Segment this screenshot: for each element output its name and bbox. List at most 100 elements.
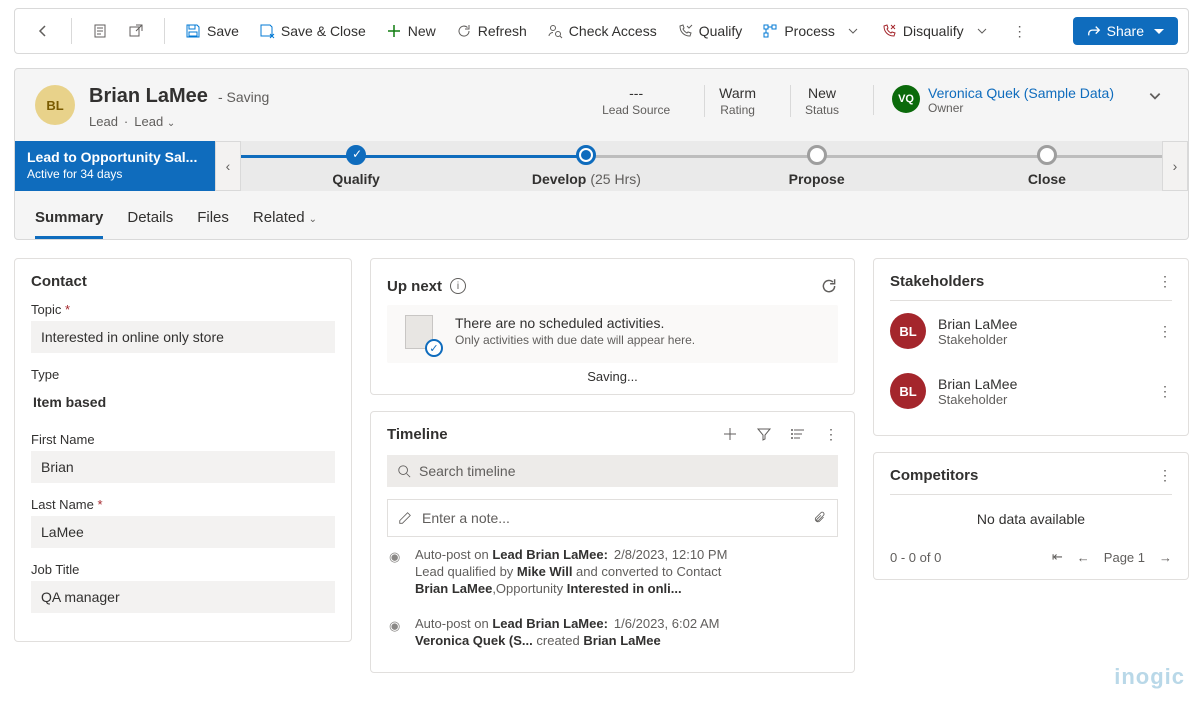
bpf-active-stage-card[interactable]: Lead to Opportunity Sal... Active for 34… <box>15 141 215 191</box>
form-selector-button[interactable] <box>82 17 118 45</box>
process-button[interactable]: Process <box>752 17 871 45</box>
chevron-down-icon <box>845 23 861 39</box>
tab-summary[interactable]: Summary <box>35 201 103 239</box>
field-label-job-title: Job Title <box>31 562 335 577</box>
pager-prev-button[interactable]: ← <box>1077 550 1090 565</box>
competitors-more-button[interactable]: ⋮ <box>1158 467 1172 484</box>
type-value[interactable]: Item based <box>31 386 335 418</box>
field-label-first-name: First Name <box>31 432 335 447</box>
refresh-icon[interactable] <box>820 277 838 295</box>
no-data-message: No data available <box>890 495 1172 543</box>
stakeholder-row[interactable]: BL Brian LaMee Stakeholder ⋮ <box>890 361 1172 421</box>
bpf-stage-propose[interactable]: Propose <box>702 141 932 191</box>
bpf-stage-qualify[interactable]: Qualify <box>241 141 471 191</box>
last-name-input[interactable] <box>31 516 335 548</box>
user-search-icon <box>547 23 563 39</box>
bpf-stage-develop[interactable]: Develop(25 Hrs) <box>471 141 701 191</box>
timeline-item[interactable]: ◉ Auto-post on Lead Brian LaMee:1/6/2023… <box>387 606 838 658</box>
header-field-owner[interactable]: VQ Veronica Quek (Sample Data) Owner <box>873 85 1114 115</box>
up-next-message: There are no scheduled activities. <box>455 315 695 331</box>
phone-check-icon <box>677 23 693 39</box>
row-more-button[interactable]: ⋮ <box>1158 383 1172 400</box>
timeline-filter-button[interactable] <box>756 426 772 443</box>
plus-icon <box>386 23 402 39</box>
timeline-sort-button[interactable] <box>790 426 806 443</box>
attachment-icon[interactable] <box>813 511 827 525</box>
up-next-subtext: Only activities with due date will appea… <box>455 333 695 347</box>
timeline-search[interactable]: Search timeline <box>387 455 838 487</box>
avatar: BL <box>890 373 926 409</box>
share-button[interactable]: Share <box>1073 17 1178 45</box>
saving-indicator: Saving... <box>387 363 838 386</box>
record-title: Brian LaMee <box>89 85 208 108</box>
check-access-button[interactable]: Check Access <box>537 17 667 45</box>
autopost-icon: ◉ <box>389 616 405 648</box>
pager-next-button[interactable]: → <box>1159 550 1172 565</box>
search-icon <box>397 464 411 478</box>
save-button[interactable]: Save <box>175 17 249 45</box>
open-new-window-button[interactable] <box>118 17 154 45</box>
topic-input[interactable] <box>31 321 335 353</box>
stakeholder-row[interactable]: BL Brian LaMee Stakeholder ⋮ <box>890 301 1172 361</box>
record-avatar: BL <box>35 85 75 125</box>
first-name-input[interactable] <box>31 451 335 483</box>
form-header-area: BL Brian LaMee - Saving Lead· Lead ⌄ ---… <box>14 68 1189 240</box>
stakeholders-title: Stakeholders <box>890 273 984 290</box>
breadcrumb: Lead· Lead ⌄ <box>89 114 588 129</box>
form-picker[interactable]: Lead ⌄ <box>134 114 175 129</box>
stakeholders-more-button[interactable]: ⋮ <box>1158 273 1172 290</box>
qualify-button[interactable]: Qualify <box>667 17 753 45</box>
timeline-item[interactable]: ◉ Auto-post on Lead Brian LaMee:2/8/2023… <box>387 537 838 606</box>
refresh-button[interactable]: Refresh <box>446 17 537 45</box>
timeline-add-button[interactable] <box>722 426 738 443</box>
phone-x-icon <box>881 23 897 39</box>
form-tabs: Summary Details Files Related⌄ <box>15 191 1188 239</box>
clipboard-icon <box>92 23 108 39</box>
save-status: - Saving <box>218 89 269 105</box>
contact-section: Contact Topic Type Item based First Name… <box>14 258 352 642</box>
pager-first-button[interactable]: ⇤ <box>1052 549 1063 565</box>
up-next-title: Up next <box>387 278 442 295</box>
back-arrow-icon <box>35 23 51 39</box>
back-button[interactable] <box>25 17 61 45</box>
competitors-title: Competitors <box>890 467 978 484</box>
avatar: BL <box>890 313 926 349</box>
bpf-next-button[interactable]: › <box>1162 141 1188 191</box>
pencil-icon <box>398 511 412 525</box>
chevron-down-icon <box>974 23 990 39</box>
form-body: Contact Topic Type Item based First Name… <box>0 240 1203 699</box>
save-close-icon <box>259 23 275 39</box>
refresh-icon <box>456 23 472 39</box>
header-field-rating[interactable]: Warm Rating <box>704 85 770 117</box>
info-icon[interactable]: i <box>450 278 466 294</box>
process-icon <box>762 23 778 39</box>
timeline-more-button[interactable]: ⋮ <box>824 426 838 443</box>
new-button[interactable]: New <box>376 17 446 45</box>
field-label-topic: Topic <box>31 302 335 317</box>
bpf-prev-button[interactable]: ‹ <box>215 141 241 191</box>
tab-related[interactable]: Related⌄ <box>253 201 317 239</box>
pager-page-label: Page 1 <box>1104 550 1145 565</box>
popout-icon <box>128 23 144 39</box>
section-title: Contact <box>31 273 335 290</box>
timeline-note-input[interactable]: Enter a note... <box>387 499 838 537</box>
timeline-title: Timeline <box>387 426 448 443</box>
save-close-button[interactable]: Save & Close <box>249 17 376 45</box>
pager-range: 0 - 0 of 0 <box>890 550 941 565</box>
tab-details[interactable]: Details <box>127 201 173 239</box>
disqualify-button[interactable]: Disqualify <box>871 17 1000 45</box>
share-icon <box>1087 24 1101 38</box>
header-field-status[interactable]: New Status <box>790 85 853 117</box>
bpf-stage-close[interactable]: Close <box>932 141 1162 191</box>
chevron-down-icon <box>1154 29 1164 34</box>
more-commands-button[interactable]: ⋮ <box>1008 23 1032 40</box>
header-expand-button[interactable] <box>1142 85 1168 107</box>
header-field-lead-source[interactable]: --- Lead Source <box>588 85 684 117</box>
field-label-last-name: Last Name <box>31 497 335 512</box>
owner-link[interactable]: Veronica Quek (Sample Data) <box>928 85 1114 101</box>
job-title-input[interactable] <box>31 581 335 613</box>
row-more-button[interactable]: ⋮ <box>1158 323 1172 340</box>
competitors-card: Competitors ⋮ No data available 0 - 0 of… <box>873 452 1189 580</box>
command-bar: Save Save & Close New Refresh Check Acce… <box>14 8 1189 54</box>
tab-files[interactable]: Files <box>197 201 229 239</box>
